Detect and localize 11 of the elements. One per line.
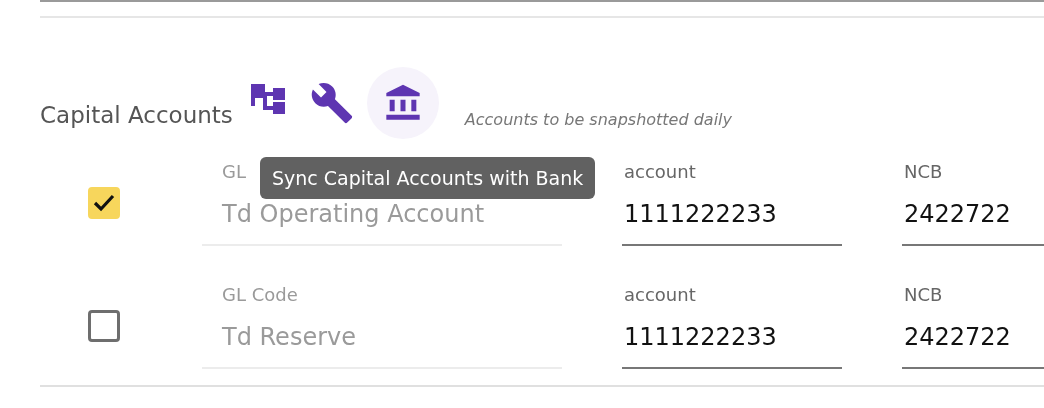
section-note: Accounts to be snapshotted daily — [464, 108, 732, 129]
disabled-field: GL Code Td Reserve — [202, 282, 562, 369]
wrench-icon — [309, 81, 354, 125]
input-field[interactable]: NCB 2422722 — [902, 159, 1044, 246]
input-field[interactable]: account 1111222233 — [622, 159, 842, 246]
check-icon — [92, 192, 116, 213]
input-field[interactable]: account 1111222233 — [622, 282, 842, 369]
input-field[interactable]: NCB 2422722 — [902, 282, 1044, 369]
checkbox[interactable] — [88, 309, 120, 342]
section-title: Capital Accounts — [40, 101, 233, 128]
tooltip: Sync Capital Accounts with Bank — [260, 157, 596, 199]
